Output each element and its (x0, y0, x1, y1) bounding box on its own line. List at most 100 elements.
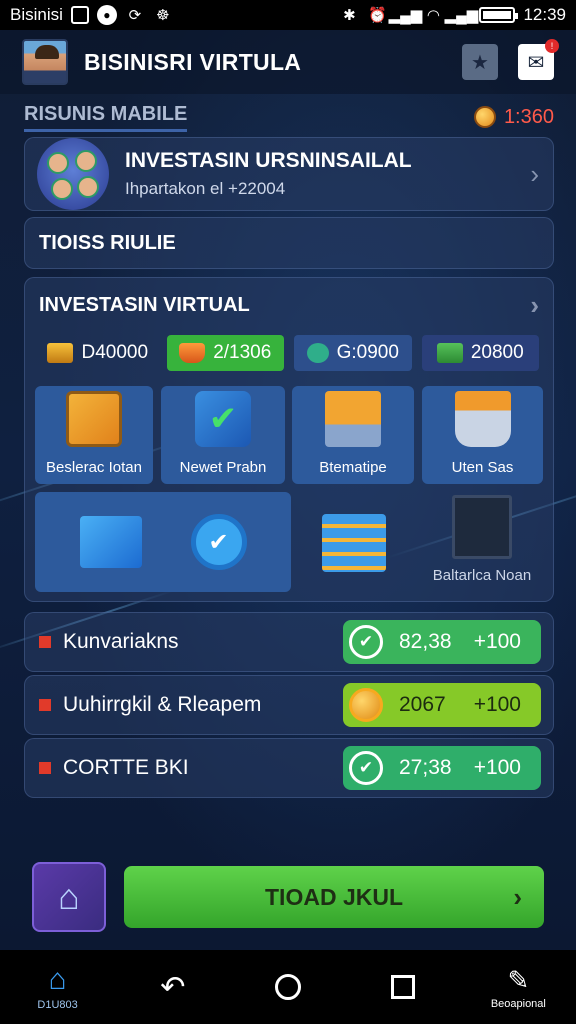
favorites-button[interactable]: ★ (462, 44, 498, 80)
status-carrier: Bisinisi (10, 5, 63, 24)
reward-value: 2067 (399, 693, 446, 716)
navigation-bar: ⌂ D1U803 ↶ ✎ Beoapional (0, 950, 576, 1024)
sync-icon: ⟳ (128, 7, 142, 24)
bluetooth-icon: ✱ (343, 7, 356, 24)
stat-shield[interactable]: 2/1306 (166, 335, 284, 371)
reward-pill[interactable]: ✔ 82,38 +100 (343, 620, 541, 664)
bullet-marker (39, 699, 51, 711)
document-icon (66, 391, 122, 447)
box-icon (79, 516, 142, 568)
home-icon: ⌂ (48, 963, 67, 996)
banner-text: TIOISS RIULIE (39, 231, 176, 254)
notification-dot: ! (545, 39, 559, 53)
status-time: 12:39 (523, 5, 566, 24)
compose-icon: ✎ (507, 964, 530, 995)
stats-row: D40000 2/1306 G:0900 20800 (39, 335, 539, 371)
coin-stack-icon (322, 514, 386, 572)
investment-panel: INVESTASIN VIRTUAL › D40000 2/1306 G:090… (24, 277, 554, 602)
stat-gold[interactable]: D40000 (39, 335, 157, 371)
nav-home-button[interactable] (243, 952, 333, 1022)
bullet-marker (39, 636, 51, 648)
nav-back[interactable]: ↶ (128, 952, 218, 1022)
reward-bonus: +100 (473, 756, 521, 779)
back-gesture-icon: ↶ (160, 970, 186, 1004)
check-circle-icon: ✔ (349, 751, 383, 785)
avatar[interactable] (22, 39, 68, 85)
reward-row[interactable]: Kunvariakns ✔ 82,38 +100 (24, 612, 554, 672)
chat-icon: ✉ (527, 51, 545, 74)
profile-subtitle: Ihpartakon el +22004 (125, 179, 286, 198)
reward-pill[interactable]: 2067 +100 (343, 683, 541, 727)
tile-stack[interactable] (299, 492, 409, 592)
chevron-right-icon: › (530, 158, 539, 189)
group-icon (37, 138, 109, 210)
messenger-icon: ● (96, 5, 117, 25)
alarm-icon: ⏰ (368, 7, 387, 24)
signal-bars-icon: ▂▄▆ (444, 7, 479, 24)
laptop-icon (325, 391, 381, 447)
coin-icon (349, 688, 383, 722)
reward-bonus: +100 (473, 693, 521, 716)
reward-value: 82,38 (399, 630, 452, 653)
bullet-marker (39, 762, 51, 774)
reward-label: Kunvariakns (63, 630, 179, 653)
tile-documents[interactable]: Beslerac Iotan (35, 386, 153, 484)
stat-value: G:0900 (336, 342, 399, 363)
action-bar: ⌂ TIOAD JKUL › (24, 862, 554, 932)
stat-cash[interactable]: 20800 (421, 335, 539, 371)
nav-profile-label: Beoapional (490, 997, 546, 1010)
recents-icon (391, 975, 416, 999)
screenshot-icon (70, 6, 89, 24)
balance-display: 1:360 (473, 106, 554, 129)
checkmark-icon (195, 391, 251, 447)
tile-featured[interactable] (35, 492, 291, 592)
tile-label: Newet Prabn (179, 459, 267, 476)
nav-home[interactable]: ⌂ D1U803 (13, 952, 103, 1022)
reward-label: Uuhirrgkil & Rleapem (63, 693, 262, 716)
promo-banner[interactable]: TIOISS RIULIE (24, 217, 554, 269)
reward-pill[interactable]: ✔ 27;38 +100 (343, 746, 541, 790)
check-circle-icon: ✔ (349, 625, 383, 659)
nav-home-label: D1U803 (37, 999, 78, 1011)
circle-home-icon (274, 974, 301, 1000)
app-title: BISINISRI VIRTULA (84, 48, 302, 75)
tile-label: Btematipe (319, 459, 387, 476)
chevron-right-icon[interactable]: › (530, 290, 539, 321)
app-header: BISINISRI VIRTULA ★ ✉ ! (0, 30, 576, 94)
star-icon: ★ (471, 51, 489, 74)
coin-bucket-icon (454, 391, 511, 447)
tile-approval[interactable]: Newet Prabn (161, 386, 285, 484)
profile-card[interactable]: INVESTASIN URSNINSAILAL Ihpartakon el +2… (24, 137, 554, 211)
coin-icon (473, 106, 496, 128)
reward-value: 27;38 (399, 756, 452, 779)
stat-value: 2/1306 (213, 342, 272, 363)
presentation-board-icon (452, 495, 512, 559)
cta-label: TIOAD JKUL (265, 883, 403, 910)
tile-savings[interactable]: Uten Sas (422, 386, 543, 484)
tile-laptop[interactable]: Btematipe (292, 386, 414, 484)
chevron-right-icon: › (513, 881, 522, 912)
reward-bonus: +100 (473, 630, 521, 653)
battery-icon (479, 7, 519, 23)
network-icon (306, 343, 329, 363)
gold-bars-icon (47, 343, 74, 363)
stat-network[interactable]: G:0900 (294, 335, 412, 371)
tile-board[interactable]: Baltarlca Noan (421, 492, 543, 592)
section-header: RISUNIS MABILE 1:360 (24, 102, 554, 132)
property-button[interactable]: ⌂ (32, 862, 106, 932)
stat-value: 20800 (470, 342, 524, 363)
reward-row[interactable]: CORTTE BKI ✔ 27;38 +100 (24, 738, 554, 798)
tile-label: Uten Sas (451, 459, 514, 476)
nav-recents[interactable] (358, 952, 448, 1022)
primary-cta-button[interactable]: TIOAD JKUL › (124, 866, 544, 928)
notifications-button[interactable]: ✉ ! (518, 39, 559, 80)
cash-icon (436, 343, 463, 363)
stat-value: D40000 (81, 342, 149, 363)
profile-title: INVESTASIN URSNINSAILAL (125, 149, 412, 172)
house-icon: ⌂ (58, 876, 80, 917)
tile-label: Baltarlca Noan (432, 567, 532, 584)
reward-row[interactable]: Uuhirrgkil & Rleapem 2067 +100 (24, 675, 554, 735)
section-label[interactable]: RISUNIS MABILE (24, 103, 188, 132)
nav-profile[interactable]: ✎ Beoapional (473, 952, 563, 1022)
shield-icon (179, 343, 206, 363)
